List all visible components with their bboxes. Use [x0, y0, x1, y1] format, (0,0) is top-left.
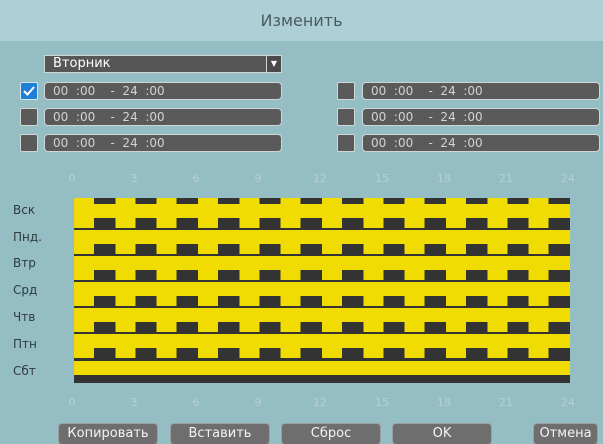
period-4-checkbox[interactable] — [337, 82, 355, 100]
hour-label: 18 — [437, 396, 451, 409]
period-6-time-field[interactable]: 00 :00 - 24 :00 — [362, 134, 600, 152]
hour-label: 6 — [192, 172, 200, 185]
hour-label: 3 — [130, 396, 138, 409]
grid-separator — [74, 348, 570, 358]
schedule-grid[interactable] — [74, 198, 570, 383]
check-icon — [23, 86, 35, 96]
cancel-button[interactable]: Отмена — [533, 423, 598, 444]
hour-label: 21 — [499, 172, 513, 185]
dialog-title: Изменить — [0, 0, 603, 41]
schedule-row-wed[interactable] — [74, 282, 570, 296]
ok-button[interactable]: OK — [392, 423, 492, 444]
schedule-edit-dialog: Изменить Вторник ▼ 00 :00 - 24 :00 00 :0… — [0, 0, 603, 444]
schedule-row-thu[interactable] — [74, 308, 570, 322]
schedule-row-tue[interactable] — [74, 256, 570, 270]
schedule-row-mon[interactable] — [74, 230, 570, 244]
schedule-row-fri[interactable] — [74, 334, 570, 348]
grid-separator — [74, 270, 570, 280]
period-4-time-field[interactable]: 00 :00 - 24 :00 — [362, 82, 600, 100]
day-label-mon: Пнд. — [13, 230, 42, 244]
hour-label: 24 — [561, 396, 575, 409]
hour-label: 18 — [437, 172, 451, 185]
day-label-fri: Птн — [13, 337, 37, 351]
period-1-time-field[interactable]: 00 :00 - 24 :00 — [44, 82, 282, 100]
grid-separator — [74, 322, 570, 332]
day-select-value: Вторник — [53, 56, 111, 71]
grid-separator — [74, 296, 570, 306]
chevron-down-icon[interactable]: ▼ — [266, 56, 281, 72]
hour-label: 12 — [313, 172, 327, 185]
period-2-checkbox[interactable] — [20, 108, 38, 126]
day-label-sun: Вск — [13, 203, 36, 217]
day-label-tue: Втр — [13, 256, 36, 270]
hour-label: 15 — [375, 172, 389, 185]
period-3-time-field[interactable]: 00 :00 - 24 :00 — [44, 134, 282, 152]
day-label-thu: Чтв — [13, 310, 36, 324]
hour-label: 9 — [254, 396, 262, 409]
hour-label: 9 — [254, 172, 262, 185]
hour-label: 0 — [68, 172, 76, 185]
day-label-wed: Срд — [13, 283, 38, 297]
grid-separator — [74, 218, 570, 228]
hour-label: 15 — [375, 396, 389, 409]
hour-label: 3 — [130, 172, 138, 185]
hour-label: 12 — [313, 396, 327, 409]
hour-label: 6 — [192, 396, 200, 409]
hour-label: 0 — [68, 396, 76, 409]
schedule-row-sat[interactable] — [74, 361, 570, 375]
grid-separator — [74, 244, 570, 254]
period-1-checkbox[interactable] — [20, 82, 38, 100]
day-select[interactable]: Вторник ▼ — [44, 55, 282, 73]
schedule-row-sun[interactable] — [74, 204, 570, 218]
day-label-sat: Сбт — [13, 364, 36, 378]
period-2-time-field[interactable]: 00 :00 - 24 :00 — [44, 108, 282, 126]
reset-button[interactable]: Сброс — [281, 423, 381, 444]
hour-label: 24 — [561, 172, 575, 185]
paste-button[interactable]: Вставить — [170, 423, 270, 444]
copy-button[interactable]: Копировать — [58, 423, 158, 444]
period-3-checkbox[interactable] — [20, 134, 38, 152]
period-5-time-field[interactable]: 00 :00 - 24 :00 — [362, 108, 600, 126]
period-5-checkbox[interactable] — [337, 108, 355, 126]
hour-label: 21 — [499, 396, 513, 409]
period-6-checkbox[interactable] — [337, 134, 355, 152]
